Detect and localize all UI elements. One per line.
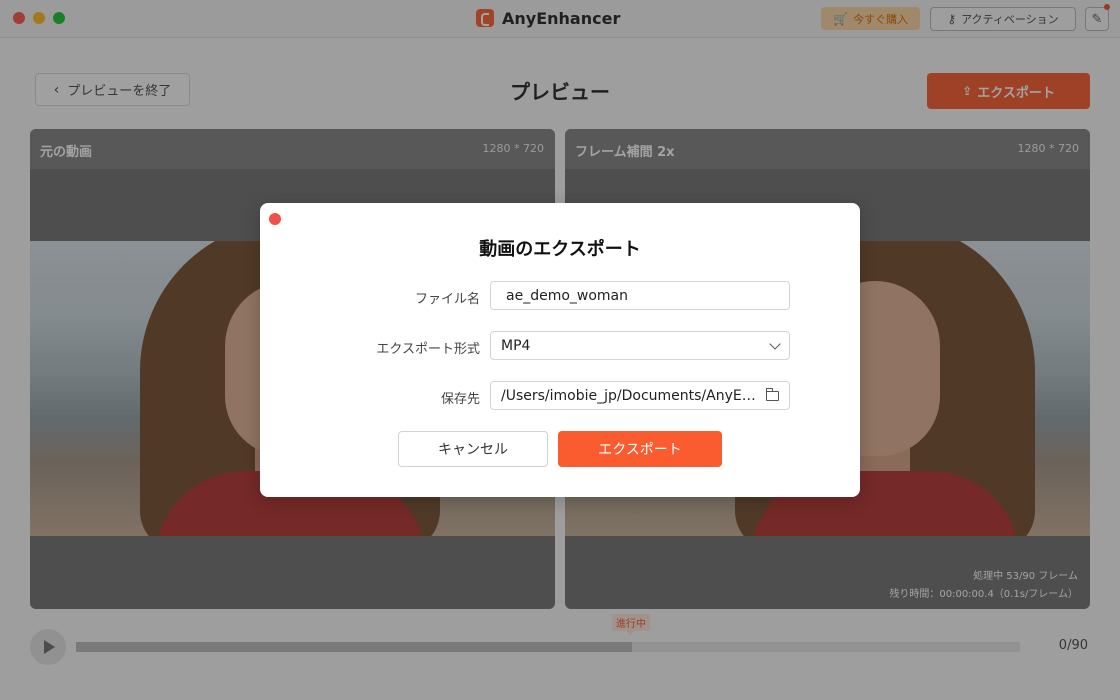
dialog-close-button[interactable] <box>269 213 281 225</box>
file-name-value: ae_demo_woman <box>506 287 629 304</box>
export-dialog: 動画のエクスポート ファイル名 ae_demo_woman エクスポート形式 M… <box>260 203 860 497</box>
save-location-field[interactable]: /Users/imobie_jp/Documents/AnyEnhancer <box>490 381 790 410</box>
save-location-label: 保存先 <box>440 392 480 407</box>
save-location-value: /Users/imobie_jp/Documents/AnyEnhancer <box>501 387 760 404</box>
file-name-label: ファイル名 <box>414 292 480 307</box>
export-format-value: MP4 <box>501 337 531 354</box>
confirm-export-button[interactable]: エクスポート <box>558 431 722 467</box>
folder-icon[interactable] <box>766 387 779 401</box>
modal-overlay: 動画のエクスポート ファイル名 ae_demo_woman エクスポート形式 M… <box>0 0 1120 700</box>
file-name-input[interactable]: ae_demo_woman <box>490 281 790 310</box>
export-format-label: エクスポート形式 <box>376 342 480 357</box>
chevron-down-icon <box>769 337 781 350</box>
app-window: AnyEnhancer 🛒 今すぐ購入 ⚷ アクティベーション ✎ ‹ プレビュ… <box>0 0 1120 700</box>
cancel-button[interactable]: キャンセル <box>398 431 548 467</box>
export-format-select[interactable]: MP4 <box>490 331 790 360</box>
dialog-title: 動画のエクスポート <box>479 239 641 260</box>
